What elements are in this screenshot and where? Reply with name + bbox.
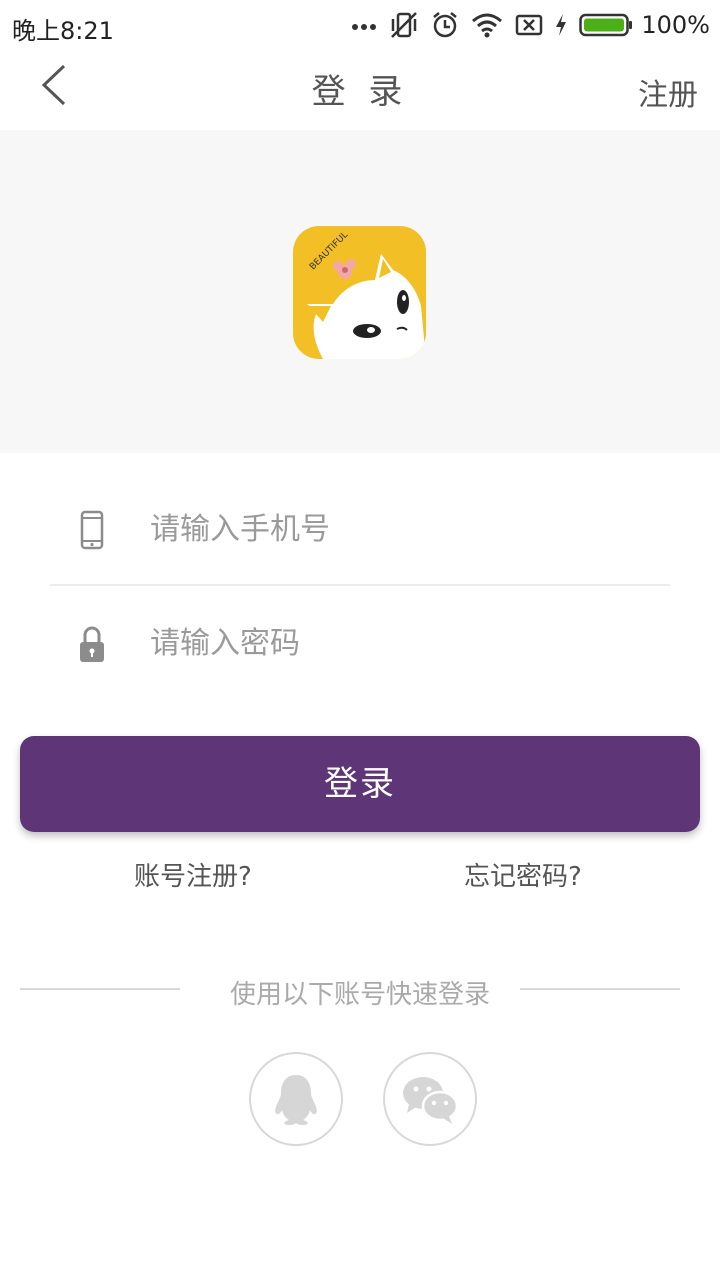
charging-icon [556,14,567,36]
phone-input[interactable] [150,504,650,554]
battery-icon [579,13,633,37]
password-input[interactable] [150,618,650,668]
app-logo: BEAUTIFUL [293,226,426,359]
sim-off-icon [516,14,543,36]
qq-icon [275,1075,317,1126]
vibrate-off-icon [391,12,418,38]
more-dots-icon [352,24,377,30]
register-button[interactable]: 注册 [638,70,698,114]
phone-field [50,484,670,586]
logo-banner: BEAUTIFUL [0,130,720,453]
account-register-link[interactable]: 账号注册? [134,856,252,893]
qq-login-button[interactable] [249,1052,343,1146]
nav-bar: 登 录 注册 [0,50,720,130]
phone-icon [80,510,104,550]
password-field [50,598,670,688]
page-title: 登 录 [311,72,409,112]
wifi-icon [472,13,503,38]
status-icons: 100% [351,8,710,42]
wechat-icon [403,1077,459,1124]
lock-icon [80,626,104,662]
divider-right [520,988,680,990]
battery-percent: 100% [641,11,710,39]
forgot-password-link[interactable]: 忘记密码? [464,856,582,893]
status-bar: 晚上8:21 100% [0,0,720,50]
quick-login-label: 使用以下账号快速登录 [229,980,490,1010]
status-time: 晚上8:21 [12,17,114,45]
alarm-icon [433,12,458,38]
wechat-login-button[interactable] [383,1052,477,1146]
login-button[interactable]: 登录 [20,736,700,832]
